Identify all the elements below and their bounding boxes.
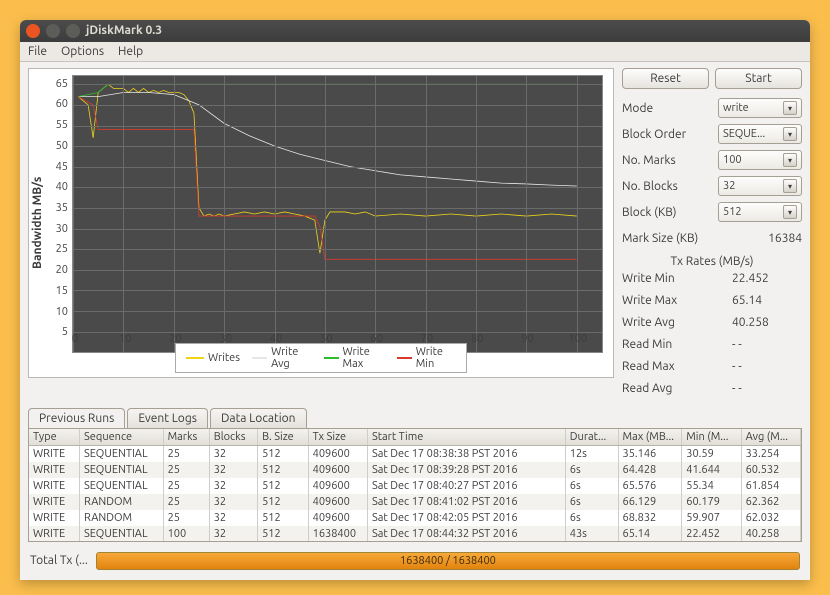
table-header[interactable]: Start Time xyxy=(367,429,565,446)
table-header[interactable]: Type xyxy=(29,429,80,446)
tabs: Previous Runs Event Logs Data Location xyxy=(28,408,802,428)
tab-previous-runs[interactable]: Previous Runs xyxy=(28,408,125,428)
chart-yaxis: 5101520253035404550556065 xyxy=(46,69,72,377)
tab-event-logs[interactable]: Event Logs xyxy=(127,408,208,428)
menu-bar: File Options Help xyxy=(20,42,810,62)
legend-writes: Writes xyxy=(208,352,240,364)
table-header[interactable]: Tx Size xyxy=(308,429,367,446)
runs-table-panel: TypeSequenceMarksBlocksB. SizeTx SizeSta… xyxy=(28,428,802,542)
noblocks-select[interactable]: 32▾ xyxy=(718,176,802,196)
table-row[interactable]: WRITERANDOM2532512409600Sat Dec 17 08:41… xyxy=(29,494,801,510)
table-header[interactable]: Sequence xyxy=(80,429,164,446)
minimize-icon[interactable] xyxy=(46,24,60,38)
write-avg-value: 40.258 xyxy=(732,316,802,334)
progress-text: 1638400 / 1638400 xyxy=(400,555,496,567)
table-row[interactable]: WRITERANDOM2532512409600Sat Dec 17 08:42… xyxy=(29,510,801,526)
write-max-value: 65.14 xyxy=(732,294,802,312)
mode-label: Mode xyxy=(622,102,718,115)
start-button[interactable]: Start xyxy=(715,68,802,89)
chevron-down-icon: ▾ xyxy=(783,153,797,167)
nomarks-select[interactable]: 100▾ xyxy=(718,150,802,170)
menu-help[interactable]: Help xyxy=(118,45,143,58)
chevron-down-icon: ▾ xyxy=(783,179,797,193)
blockkb-label: Block (KB) xyxy=(622,206,718,219)
table-row[interactable]: WRITESEQUENTIAL2532512409600Sat Dec 17 0… xyxy=(29,462,801,478)
read-min-label: Read Min xyxy=(622,338,732,356)
reset-button[interactable]: Reset xyxy=(622,68,709,89)
read-min-value: - - xyxy=(732,338,802,356)
chevron-down-icon: ▾ xyxy=(783,127,797,141)
table-row[interactable]: WRITESEQUENTIAL2532512409600Sat Dec 17 0… xyxy=(29,446,801,463)
menu-file[interactable]: File xyxy=(28,45,47,58)
legend-min: Write Min xyxy=(416,346,456,370)
read-avg-value: - - xyxy=(732,382,802,400)
marksize-label: Mark Size (KB) xyxy=(622,232,768,245)
marksize-value: 16384 xyxy=(768,232,802,245)
table-row[interactable]: WRITESEQUENTIAL100325121638400Sat Dec 17… xyxy=(29,526,801,542)
progress-bar: 1638400 / 1638400 xyxy=(96,552,800,570)
mode-select[interactable]: write▾ xyxy=(718,98,802,118)
chevron-down-icon: ▾ xyxy=(783,205,797,219)
noblocks-label: No. Blocks xyxy=(622,180,718,193)
read-max-label: Read Max xyxy=(622,360,732,378)
write-min-label: Write Min xyxy=(622,272,732,290)
window-title: jDiskMark 0.3 xyxy=(86,24,162,37)
close-icon[interactable] xyxy=(26,24,40,38)
write-avg-label: Write Avg xyxy=(622,316,732,334)
nomarks-label: No. Marks xyxy=(622,154,718,167)
read-avg-label: Read Avg xyxy=(622,382,732,400)
app-window: jDiskMark 0.3 File Options Help Bandwidt… xyxy=(20,20,810,580)
write-min-value: 22.452 xyxy=(732,272,802,290)
menu-options[interactable]: Options xyxy=(61,45,104,58)
chart-legend: Writes Write Avg Write Max Write Min xyxy=(175,343,467,373)
chevron-down-icon: ▾ xyxy=(783,101,797,115)
tab-data-location[interactable]: Data Location xyxy=(210,408,307,428)
legend-max: Write Max xyxy=(343,346,385,370)
table-row[interactable]: WRITESEQUENTIAL2532512409600Sat Dec 17 0… xyxy=(29,478,801,494)
legend-avg: Write Avg xyxy=(271,346,311,370)
titlebar: jDiskMark 0.3 xyxy=(20,20,810,42)
total-tx-label: Total Tx (... xyxy=(30,554,88,567)
table-header[interactable]: Durat... xyxy=(565,429,618,446)
chart-plot-area xyxy=(72,75,603,353)
table-header[interactable]: Max (MB... xyxy=(618,429,682,446)
table-header[interactable]: Avg (M... xyxy=(741,429,800,446)
controls-panel: Reset Start Mode write▾ Block Order SEQU… xyxy=(622,68,802,400)
write-max-label: Write Max xyxy=(622,294,732,312)
runs-table: TypeSequenceMarksBlocksB. SizeTx SizeSta… xyxy=(29,429,801,542)
footer: Total Tx (... 1638400 / 1638400 xyxy=(20,546,810,580)
block-order-select[interactable]: SEQUE...▾ xyxy=(718,124,802,144)
bandwidth-chart: Bandwidth MB/s 5101520253035404550556065… xyxy=(28,68,614,378)
table-header[interactable]: B. Size xyxy=(258,429,309,446)
blockkb-select[interactable]: 512▾ xyxy=(718,202,802,222)
chart-ylabel: Bandwidth MB/s xyxy=(29,69,46,377)
txrates-title: Tx Rates (MB/s) xyxy=(622,255,802,268)
table-header[interactable]: Min (M... xyxy=(682,429,741,446)
table-header[interactable]: Marks xyxy=(163,429,209,446)
block-order-label: Block Order xyxy=(622,128,718,141)
maximize-icon[interactable] xyxy=(66,24,80,38)
read-max-value: - - xyxy=(732,360,802,378)
table-header[interactable]: Blocks xyxy=(209,429,257,446)
